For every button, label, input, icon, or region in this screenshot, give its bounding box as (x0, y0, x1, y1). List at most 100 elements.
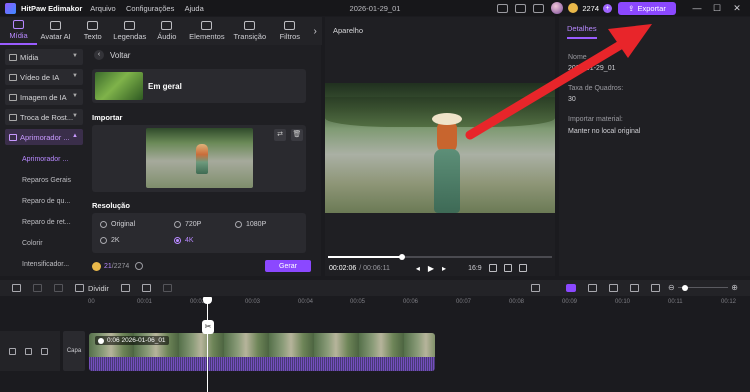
thumbnail-figure (196, 144, 208, 174)
fps-value: 30 (568, 96, 576, 103)
tab-audio[interactable]: Áudio (148, 17, 185, 45)
cover-button[interactable]: Capa (63, 331, 85, 371)
delete-icon[interactable] (54, 284, 63, 292)
sidebar-item-troca-rosto[interactable]: Troca de Rost... ▼ (5, 109, 83, 125)
radio-2k[interactable]: 2K (100, 237, 120, 244)
track-icon[interactable] (630, 284, 639, 292)
speaker-icon[interactable] (41, 347, 48, 355)
tab-label: Transição (233, 32, 267, 41)
fullscreen-icon[interactable] (518, 264, 527, 272)
sidebar-item-midia[interactable]: Mídia ▼ (5, 49, 83, 65)
video-subject (429, 113, 465, 213)
maximize-icon[interactable]: ☐ (710, 3, 724, 14)
tab-texto[interactable]: Texto (74, 17, 111, 45)
link-icon[interactable] (566, 284, 576, 292)
microphone-icon[interactable] (531, 284, 540, 292)
menu-configuracoes[interactable]: Configurações (126, 4, 174, 13)
crop-tool-icon[interactable] (162, 284, 172, 292)
tab-legendas[interactable]: Legendas (111, 17, 148, 45)
video-clip[interactable]: 0:06 2026-01-06_01 (89, 333, 435, 371)
radio-720p[interactable]: 720P (174, 221, 201, 228)
general-model-card[interactable]: Em geral (92, 69, 306, 103)
refresh-icon[interactable] (135, 262, 144, 270)
zoom-out-icon[interactable]: ⊖ (668, 283, 675, 292)
tabs-next-icon[interactable]: › (308, 17, 322, 45)
lock-icon[interactable] (9, 347, 16, 355)
feedback-icon[interactable] (533, 3, 545, 13)
generate-button[interactable]: Gerar (265, 260, 311, 272)
radio-4k[interactable]: 4K (174, 237, 194, 244)
sidebar-sub-reparo-qualidade[interactable]: Reparo de qu... (22, 191, 88, 212)
message-icon[interactable] (515, 3, 527, 13)
tab-filtros[interactable]: Filtros (271, 17, 308, 45)
playhead-line[interactable] (207, 297, 208, 392)
scrubber-knob[interactable] (398, 254, 405, 260)
magnet-icon[interactable] (588, 284, 597, 292)
play-icon[interactable]: ▶ (428, 264, 434, 273)
sidebar-item-imagem-ia[interactable]: Imagem de IA ▼ (5, 89, 83, 105)
export-button[interactable]: ⇪ Exportar (618, 1, 676, 15)
tab-elementos[interactable]: Elementos (185, 17, 228, 45)
sidebar-sub-intensificador[interactable]: Intensificador... (22, 254, 88, 275)
ruler-label: 00:12 (721, 299, 737, 305)
tab-midia[interactable]: Mídia (0, 17, 38, 45)
menu-ajuda[interactable]: Ajuda (185, 4, 204, 13)
zoom-slider[interactable]: ⊖ ⊕ (668, 283, 738, 292)
tab-label: Filtros (279, 32, 301, 41)
close-icon[interactable]: ✕ (730, 3, 744, 14)
tab-label: Áudio (157, 32, 177, 41)
radio-1080p[interactable]: 1080P (235, 221, 266, 228)
shield-icon[interactable] (120, 284, 130, 292)
sidebar-item-aprimorador[interactable]: Aprimorador ... ▲ (5, 129, 83, 145)
zoom-in-icon[interactable]: ⊕ (731, 283, 738, 292)
ripple-icon[interactable] (609, 284, 618, 292)
timeline-tracks: Capa 0:06 2026-01-06_01 (0, 309, 750, 392)
zoom-knob[interactable] (682, 285, 688, 291)
trash-icon[interactable]: 🗑 (291, 129, 303, 141)
add-credits-button[interactable]: + (603, 3, 612, 13)
snapshot-icon[interactable] (488, 264, 497, 272)
fit-icon[interactable] (651, 284, 660, 292)
playhead-scissors-icon[interactable]: ✂ (202, 320, 214, 334)
aspect-ratio[interactable]: 16:9 (468, 265, 482, 272)
tab-transicao[interactable]: Transição (228, 17, 271, 45)
ruler-label: 00 (88, 299, 95, 305)
redo-icon[interactable] (33, 284, 42, 292)
clip-waveform (89, 357, 435, 371)
scissors-icon[interactable] (75, 284, 84, 292)
media-icon (13, 20, 25, 29)
replace-icon[interactable]: ⇄ (274, 129, 286, 141)
eye-icon[interactable] (25, 347, 32, 355)
sidebar-item-label: Mídia (20, 52, 39, 62)
import-area[interactable]: ⇄ 🗑 (92, 125, 306, 192)
layout-icon[interactable] (497, 3, 509, 13)
playhead-handle[interactable] (203, 297, 212, 304)
undo-icon[interactable] (12, 284, 21, 292)
timeline-ruler[interactable]: 00 00:01 00:02 00:03 00:04 00:05 00:06 0… (0, 297, 750, 309)
crop-icon[interactable] (503, 264, 512, 272)
minimize-icon[interactable]: — (690, 3, 704, 13)
sidebar-item-video-ia[interactable]: Vídeo de IA ▼ (5, 69, 83, 85)
back-label: Voltar (110, 50, 131, 60)
menu-arquivo[interactable]: Arquivo (90, 4, 115, 13)
sidebar-sub-aprimorador[interactable]: Aprimorador ... (22, 149, 88, 170)
video-preview[interactable] (325, 83, 555, 213)
sidebar-sub-reparo-retrato[interactable]: Reparo de ret... (22, 212, 88, 233)
playback-scrubber[interactable] (328, 254, 552, 260)
export-label: Exportar (637, 3, 666, 13)
tab-detalhes[interactable]: Detalhes (567, 24, 597, 39)
text-tool-icon[interactable] (141, 284, 151, 292)
next-frame-icon[interactable]: ▸ (442, 264, 446, 273)
back-row[interactable]: ‹ Voltar (94, 50, 130, 60)
sidebar-sub-colorir[interactable]: Colorir (22, 233, 88, 254)
import-title: Importar (92, 113, 123, 122)
sidebar-sub-reparos-gerais[interactable]: Reparos Gerais (22, 170, 88, 191)
prev-frame-icon[interactable]: ◂ (416, 264, 420, 273)
back-arrow-icon[interactable]: ‹ (94, 50, 104, 60)
tab-avatar-ai[interactable]: Avatar AI (37, 17, 74, 45)
app-logo (5, 2, 16, 14)
tab-label: Texto (83, 32, 102, 41)
user-avatar[interactable] (551, 2, 564, 14)
split-button[interactable]: Dividir (88, 284, 109, 293)
radio-original[interactable]: Original (100, 221, 135, 228)
